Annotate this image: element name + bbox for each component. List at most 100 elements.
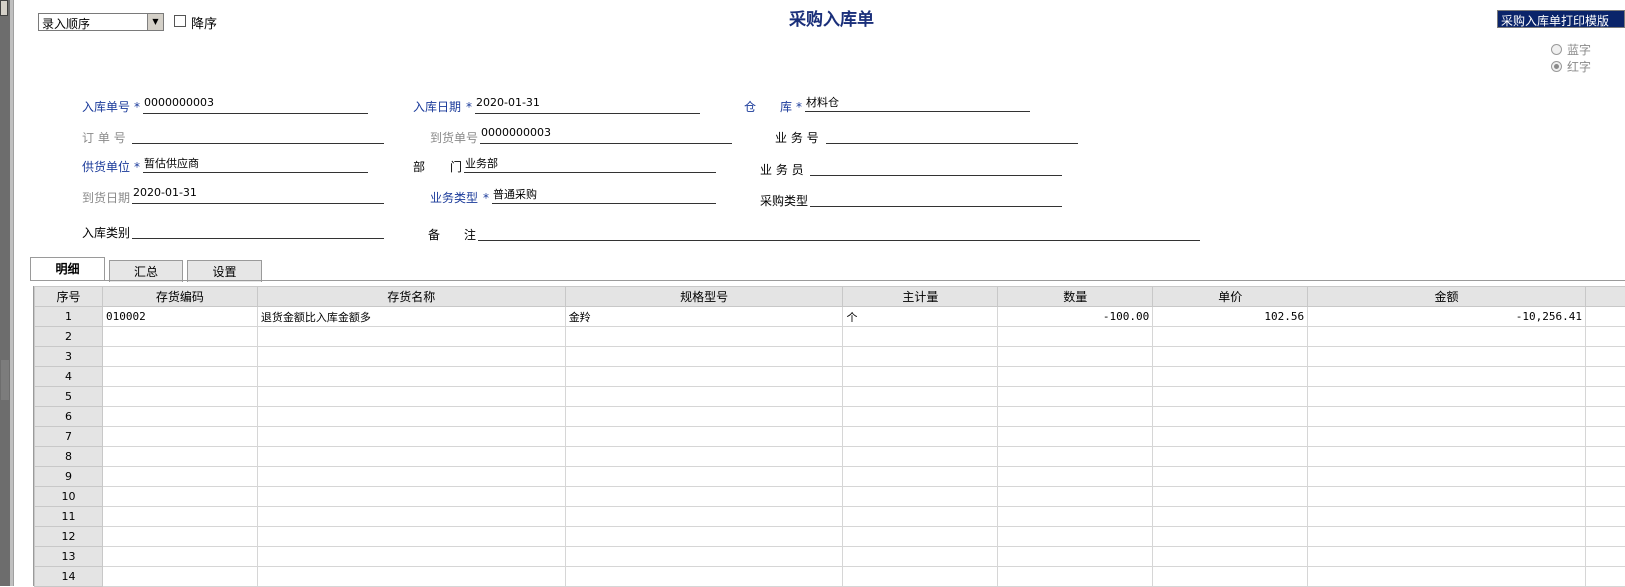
- table-cell[interactable]: 金羚: [565, 307, 843, 327]
- table-cell[interactable]: [843, 527, 998, 547]
- table-row[interactable]: 13: [35, 547, 1625, 567]
- table-row[interactable]: 10: [35, 487, 1625, 507]
- table-cell[interactable]: [998, 447, 1153, 467]
- table-cell[interactable]: [102, 407, 257, 427]
- col-header[interactable]: 单价: [1153, 287, 1308, 307]
- table-cell[interactable]: [257, 347, 565, 367]
- descending-checkbox[interactable]: [174, 15, 186, 27]
- table-cell[interactable]: [1308, 327, 1586, 347]
- table-cell[interactable]: [102, 387, 257, 407]
- table-cell[interactable]: [1308, 547, 1586, 567]
- warehouse-field[interactable]: 材料仓: [805, 96, 1030, 112]
- table-cell[interactable]: [257, 567, 565, 587]
- table-cell[interactable]: [102, 447, 257, 467]
- col-header[interactable]: 序号: [35, 287, 103, 307]
- table-cell[interactable]: [565, 447, 843, 467]
- order-no-field[interactable]: [132, 128, 384, 144]
- table-cell[interactable]: [843, 347, 998, 367]
- table-cell[interactable]: [257, 387, 565, 407]
- table-cell[interactable]: -100.00: [998, 307, 1153, 327]
- table-row[interactable]: 9: [35, 467, 1625, 487]
- sort-order-select[interactable]: 录入顺序 ▼: [38, 13, 164, 31]
- arrival-no-field[interactable]: 0000000003: [480, 128, 732, 144]
- table-cell[interactable]: [1153, 347, 1308, 367]
- table-cell[interactable]: [257, 427, 565, 447]
- table-cell[interactable]: [998, 527, 1153, 547]
- table-cell[interactable]: [565, 567, 843, 587]
- table-cell[interactable]: [1308, 567, 1586, 587]
- table-row[interactable]: 3: [35, 347, 1625, 367]
- business-type-field[interactable]: 普通采购: [492, 188, 716, 204]
- table-cell[interactable]: [565, 527, 843, 547]
- table-row[interactable]: 4: [35, 367, 1625, 387]
- table-cell[interactable]: [257, 547, 565, 567]
- table-row[interactable]: 7: [35, 427, 1625, 447]
- table-row[interactable]: 14: [35, 567, 1625, 587]
- table-cell[interactable]: [1308, 347, 1586, 367]
- table-cell[interactable]: [1308, 507, 1586, 527]
- table-cell[interactable]: [102, 527, 257, 547]
- table-cell[interactable]: [102, 507, 257, 527]
- table-cell[interactable]: [102, 467, 257, 487]
- table-cell[interactable]: [257, 507, 565, 527]
- table-cell[interactable]: [1153, 387, 1308, 407]
- table-cell[interactable]: [998, 507, 1153, 527]
- receipt-category-field[interactable]: [132, 223, 384, 239]
- col-header[interactable]: 存货编码: [102, 287, 257, 307]
- table-cell[interactable]: [1153, 567, 1308, 587]
- salesman-field[interactable]: [810, 160, 1062, 176]
- table-row[interactable]: 6: [35, 407, 1625, 427]
- table-cell[interactable]: [998, 427, 1153, 447]
- table-cell[interactable]: [998, 367, 1153, 387]
- table-cell[interactable]: [257, 467, 565, 487]
- table-row[interactable]: 12: [35, 527, 1625, 547]
- table-cell[interactable]: [998, 467, 1153, 487]
- table-cell[interactable]: [565, 347, 843, 367]
- table-cell[interactable]: [1153, 507, 1308, 527]
- splitter-grip[interactable]: [1, 360, 9, 400]
- table-row[interactable]: 8: [35, 447, 1625, 467]
- table-cell[interactable]: [1153, 527, 1308, 547]
- table-cell[interactable]: [1153, 447, 1308, 467]
- tab-settings[interactable]: 设置: [187, 260, 262, 282]
- table-cell[interactable]: 个: [843, 307, 998, 327]
- table-cell[interactable]: [1153, 327, 1308, 347]
- red-radio[interactable]: [1551, 61, 1562, 72]
- table-cell[interactable]: [565, 327, 843, 347]
- table-cell[interactable]: [102, 487, 257, 507]
- table-row[interactable]: 5: [35, 387, 1625, 407]
- table-cell[interactable]: [257, 407, 565, 427]
- table-cell[interactable]: [102, 547, 257, 567]
- table-cell[interactable]: [843, 387, 998, 407]
- table-cell[interactable]: [257, 527, 565, 547]
- table-cell[interactable]: [1153, 547, 1308, 567]
- table-cell[interactable]: [1153, 487, 1308, 507]
- supplier-field[interactable]: 暂估供应商: [143, 157, 368, 173]
- table-cell[interactable]: [1308, 467, 1586, 487]
- table-cell[interactable]: [843, 467, 998, 487]
- table-row[interactable]: 11: [35, 507, 1625, 527]
- table-cell[interactable]: [843, 407, 998, 427]
- table-cell[interactable]: [1153, 407, 1308, 427]
- table-cell[interactable]: [565, 507, 843, 527]
- table-cell[interactable]: [565, 387, 843, 407]
- col-header[interactable]: 数量: [998, 287, 1153, 307]
- receipt-no-field[interactable]: 0000000003: [143, 98, 368, 114]
- table-cell[interactable]: [843, 427, 998, 447]
- table-cell[interactable]: [565, 407, 843, 427]
- table-cell[interactable]: 退货金额比入库金额多: [257, 307, 565, 327]
- table-cell[interactable]: [565, 427, 843, 447]
- table-cell[interactable]: [257, 367, 565, 387]
- col-header[interactable]: 金额: [1308, 287, 1586, 307]
- table-cell[interactable]: [1308, 387, 1586, 407]
- table-cell[interactable]: [257, 447, 565, 467]
- receipt-date-field[interactable]: 2020-01-31: [475, 98, 700, 114]
- col-header[interactable]: 规格型号: [565, 287, 843, 307]
- table-cell[interactable]: [1308, 487, 1586, 507]
- table-cell[interactable]: 102.56: [1153, 307, 1308, 327]
- table-cell[interactable]: [1308, 527, 1586, 547]
- table-cell[interactable]: [565, 467, 843, 487]
- table-cell[interactable]: [257, 327, 565, 347]
- table-cell[interactable]: [843, 487, 998, 507]
- col-header[interactable]: 主计量: [843, 287, 998, 307]
